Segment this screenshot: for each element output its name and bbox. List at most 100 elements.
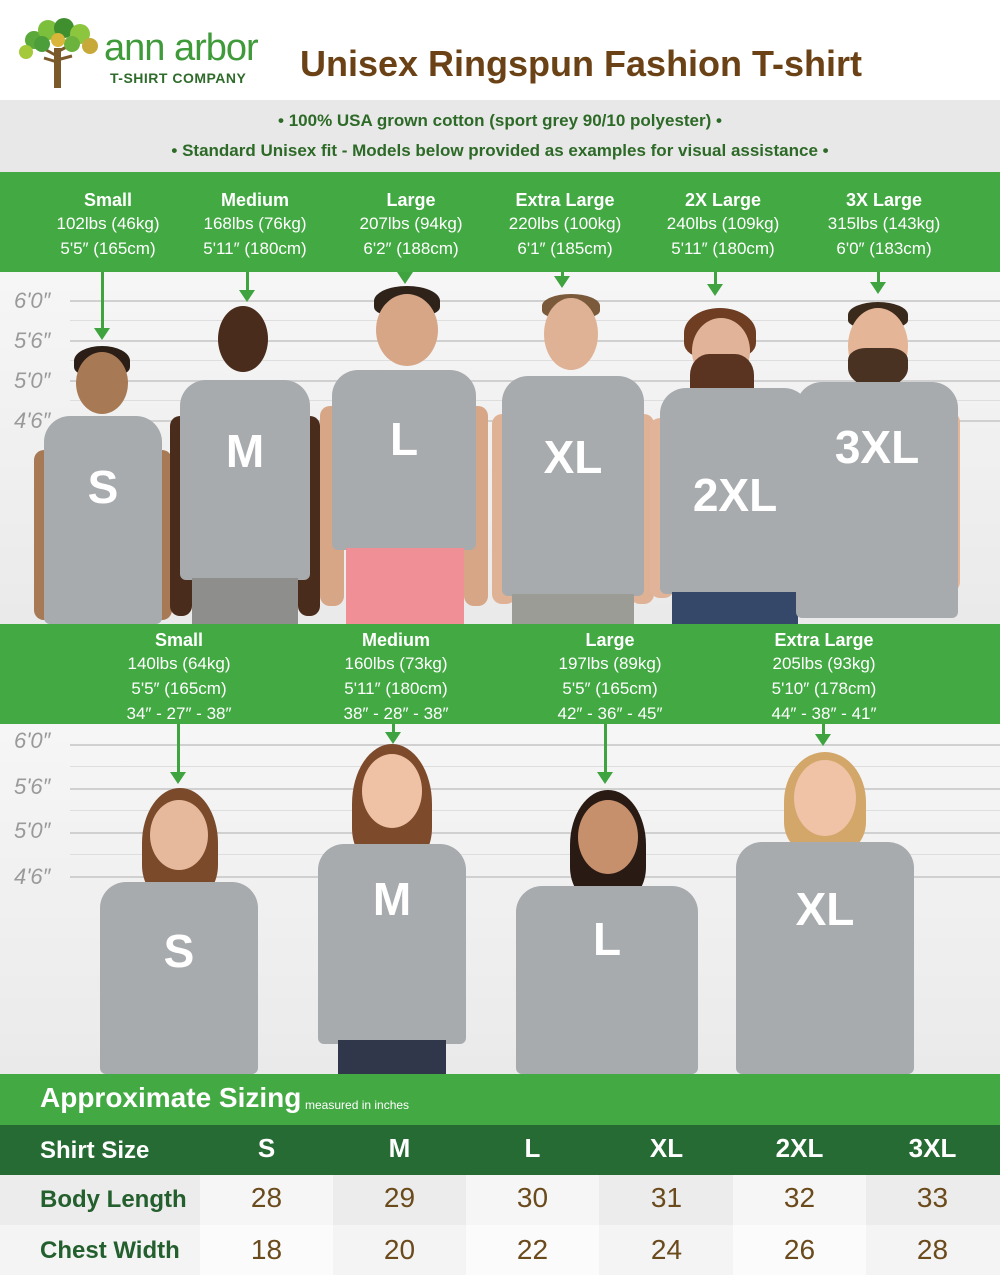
table-cell: 18 (250, 1234, 283, 1265)
arrow-down-icon (597, 772, 613, 784)
arrow-stem (822, 724, 825, 734)
arrow-down-icon (94, 328, 110, 340)
table-header-size: M (388, 1133, 411, 1163)
size-weight: 240lbs (109kg) (666, 214, 780, 233)
size-measurements: 44″ - 38″ - 41″ (771, 704, 877, 723)
table-cell: 33 (916, 1182, 949, 1213)
arrow-down-icon (170, 772, 186, 784)
size-measurements: 38″ - 28″ - 38″ (343, 704, 449, 723)
size-height: 6'0″ (183cm) (836, 239, 932, 258)
shirt-size-label: 3XL (834, 421, 920, 473)
head (376, 294, 438, 366)
table-header-label: Shirt Size (40, 1137, 150, 1164)
men-size-2xl: 2X Large 240lbs (109kg) 5'11″ (180cm) (643, 189, 803, 261)
arrow-down-icon (707, 284, 723, 296)
size-measurements: 34″ - 27″ - 38″ (126, 704, 232, 723)
men-size-medium: Medium 168lbs (76kg) 5'11″ (180cm) (175, 189, 335, 261)
info-line-fit: • Standard Unisex fit - Models below pro… (171, 141, 829, 160)
shirt-size-label: XL (795, 883, 855, 935)
size-weight: 220lbs (100kg) (508, 214, 622, 233)
head (218, 306, 268, 372)
size-height: 5'5″ (165cm) (60, 239, 156, 258)
men-photo-area: 6'0″ 5'6″ 5'0″ 4'6″ S M L XL 2XL 3XL (0, 272, 1000, 624)
arrow-down-icon (554, 276, 570, 288)
size-name: Large (386, 190, 436, 210)
women-size-medium: Medium 160lbs (73kg) 5'11″ (180cm) 38″ -… (316, 629, 476, 726)
height-label-6-0: 6'0″ (14, 728, 51, 753)
jeans (338, 1040, 446, 1074)
arrow-down-icon (239, 290, 255, 302)
men-size-xl: Extra Large 220lbs (100kg) 6'1″ (185cm) (485, 189, 645, 261)
size-height: 5'5″ (165cm) (131, 679, 227, 698)
sizing-note: measured in inches (305, 1098, 410, 1112)
height-label-5-0: 5'0″ (14, 818, 51, 843)
height-label-6-0: 6'0″ (14, 288, 51, 313)
arrow-stem (877, 272, 880, 282)
men-size-small: Small 102lbs (46kg) 5'5″ (165cm) (28, 189, 188, 261)
shirt (44, 416, 162, 624)
model-woman-large: L (514, 790, 700, 1074)
model-woman-medium: M (312, 744, 472, 1074)
table-cell: 24 (650, 1234, 683, 1265)
table-cell: 28 (916, 1234, 949, 1265)
arrow-stem (714, 272, 717, 284)
model-man-small: S (30, 346, 176, 624)
arrow-down-icon (815, 734, 831, 746)
height-label-4-6: 4'6″ (14, 864, 51, 889)
shirt (796, 382, 958, 618)
size-name: 2X Large (684, 190, 762, 210)
arrow-stem (604, 724, 607, 772)
men-size-3xl: 3X Large 315lbs (143kg) 6'0″ (183cm) (804, 189, 964, 261)
shirt-size-label: M (372, 873, 412, 925)
size-name: Small (154, 630, 204, 650)
table-cell: 30 (516, 1182, 549, 1213)
table-cell: 29 (383, 1182, 416, 1213)
size-height: 5'10″ (178cm) (771, 679, 877, 698)
head (362, 754, 422, 828)
page-title: Unisex Ringspun Fashion T-shirt (300, 43, 863, 84)
pants (192, 578, 298, 624)
model-man-2xl: 2XL (650, 308, 820, 624)
size-weight: 160lbs (73kg) (344, 654, 448, 673)
size-height: 5'11″ (180cm) (203, 239, 307, 258)
shorts (346, 548, 464, 624)
shirt-size-label: L (592, 913, 622, 965)
women-size-large: Large 197lbs (89kg) 5'5″ (165cm) 42″ - 3… (530, 629, 690, 726)
table-cell: 20 (383, 1234, 416, 1265)
size-weight: 197lbs (89kg) (558, 654, 662, 673)
table-header-size: 3XL (908, 1133, 957, 1163)
size-height: 5'11″ (180cm) (671, 239, 775, 258)
shirt-size-label: 2XL (692, 469, 778, 521)
table-cell: 32 (783, 1182, 816, 1213)
size-weight: 168lbs (76kg) (203, 214, 307, 233)
grid-line (70, 744, 1000, 746)
head (150, 800, 208, 870)
shirt-size-label: XL (543, 431, 603, 483)
shirt-size-label: S (87, 461, 119, 513)
table-header-size: S (257, 1133, 276, 1163)
size-weight: 207lbs (94kg) (359, 214, 463, 233)
table-cell: 28 (250, 1182, 283, 1213)
women-size-xl: Extra Large 205lbs (93kg) 5'10″ (178cm) … (744, 629, 904, 726)
table-header-size: XL (649, 1133, 684, 1163)
arrow-stem (392, 724, 395, 732)
table-cell: 22 (516, 1234, 549, 1265)
size-height: 5'5″ (165cm) (562, 679, 658, 698)
height-label-5-6: 5'6″ (14, 774, 51, 799)
arrow-down-icon (870, 282, 886, 294)
table-cell: 31 (650, 1182, 683, 1213)
size-name: 3X Large (845, 190, 923, 210)
women-size-small: Small 140lbs (64kg) 5'5″ (165cm) 34″ - 2… (99, 629, 259, 726)
arrow-stem (246, 272, 249, 290)
size-name: Large (585, 630, 635, 650)
men-size-large: Large 207lbs (94kg) 6'2″ (188cm) (331, 189, 491, 261)
size-height: 5'11″ (180cm) (344, 679, 448, 698)
head (578, 800, 638, 874)
jeans (672, 592, 798, 624)
size-name: Small (83, 190, 133, 210)
model-man-large: L (318, 286, 490, 624)
shirt-size-label: M (225, 425, 265, 477)
women-photo-area: 6'0″ 5'6″ 5'0″ 4'6″ S M L XL (0, 724, 1000, 1074)
sizing-title: Approximate Sizing (40, 1082, 302, 1113)
model-woman-xl: XL (734, 752, 916, 1074)
